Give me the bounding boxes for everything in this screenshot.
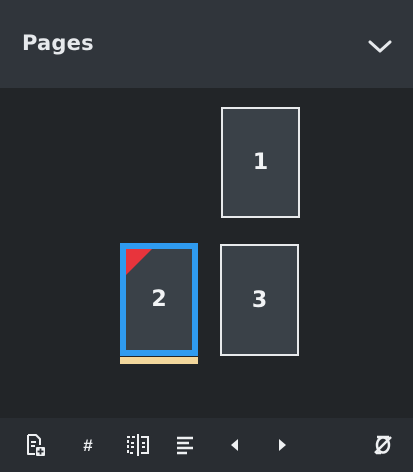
- panel-title: Pages: [22, 31, 94, 55]
- page-thumbnail-1[interactable]: 1: [221, 107, 300, 218]
- collapse-button[interactable]: [366, 36, 394, 58]
- panel-header: Pages: [0, 0, 413, 88]
- page-thumbnail-3[interactable]: 3: [220, 244, 299, 356]
- spread-toggle-icon: [127, 434, 149, 456]
- next-page-icon: [279, 439, 286, 451]
- chevron-down-icon: [368, 40, 392, 53]
- bottom-toolbar: #: [0, 418, 413, 472]
- align-lines-button[interactable]: [170, 430, 200, 460]
- page-thumbnail-2[interactable]: 2: [120, 243, 198, 356]
- page-number-button[interactable]: #: [73, 430, 103, 460]
- page-number-icon: #: [83, 435, 93, 455]
- page-underline: [120, 357, 198, 364]
- page-number: 2: [151, 287, 167, 312]
- add-page-icon: [27, 434, 45, 456]
- next-page-button[interactable]: [267, 430, 297, 460]
- clear-override-icon: [374, 435, 392, 455]
- page-number: 3: [251, 287, 268, 313]
- spread-toggle-button[interactable]: [123, 430, 153, 460]
- page-number: 1: [252, 150, 269, 175]
- align-lines-icon: [177, 436, 193, 455]
- add-page-button[interactable]: [20, 430, 50, 460]
- pages-panel: Pages 1 2 3 #: [0, 0, 413, 472]
- previous-page-icon: [231, 439, 238, 451]
- clear-override-button[interactable]: [368, 430, 398, 460]
- previous-page-button[interactable]: [220, 430, 250, 460]
- page-flag-marker: [126, 249, 152, 275]
